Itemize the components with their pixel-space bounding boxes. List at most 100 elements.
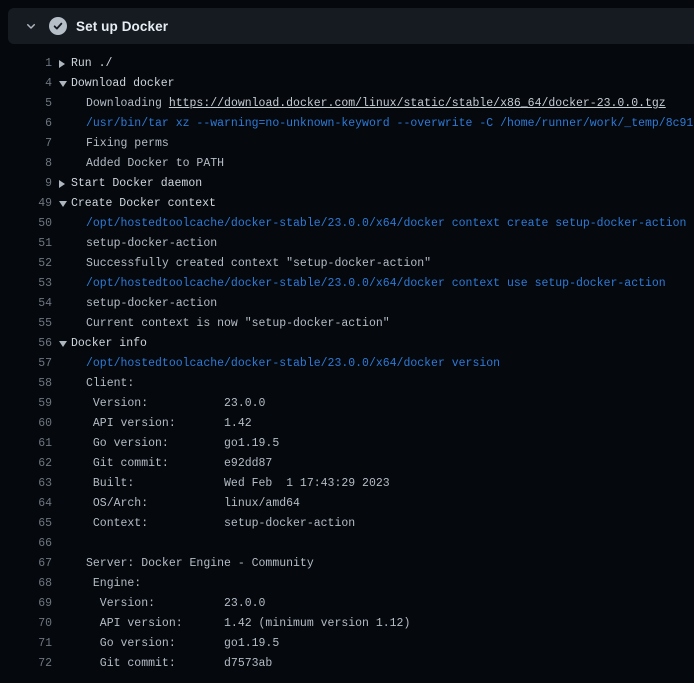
log-line: 57/opt/hostedtoolcache/docker-stable/23.… — [0, 354, 694, 374]
line-number[interactable]: 52 — [0, 254, 52, 274]
log-line: 1 Run ./ — [0, 54, 694, 74]
log-text: Fixing perms — [86, 134, 169, 154]
log-text: setup-docker-action — [86, 234, 217, 254]
log-group-title: Start Docker daemon — [71, 174, 202, 194]
line-number[interactable]: 70 — [0, 614, 52, 634]
line-number[interactable]: 5 — [0, 94, 52, 114]
log-command-text: /opt/hostedtoolcache/docker-stable/23.0.… — [86, 274, 666, 294]
log-line: 5 Downloading https://download.docker.com… — [0, 94, 694, 114]
line-number[interactable]: 61 — [0, 434, 52, 454]
line-number[interactable]: 53 — [0, 274, 52, 294]
triangle-down-icon — [59, 341, 71, 347]
log-text: Go version: go1.19.5 — [86, 434, 279, 454]
log-text: Added Docker to PATH — [86, 154, 224, 174]
line-number[interactable]: 62 — [0, 454, 52, 474]
line-number[interactable]: 50 — [0, 214, 52, 234]
line-number[interactable]: 7 — [0, 134, 52, 154]
log-line: 59 Version: 23.0.0 — [0, 394, 694, 414]
log-group-toggle[interactable]: Run ./ — [59, 54, 112, 74]
log-group-toggle[interactable]: Create Docker context — [59, 194, 216, 214]
log-command-text: /usr/bin/tar xz --warning=no-unknown-key… — [86, 114, 693, 134]
log-text: API version: 1.42 (minimum version 1.12) — [86, 614, 410, 634]
line-number[interactable]: 71 — [0, 634, 52, 654]
line-number[interactable]: 64 — [0, 494, 52, 514]
log-line: 66 — [0, 534, 694, 554]
log-line: 67 Server: Docker Engine - Community — [0, 554, 694, 574]
line-number[interactable]: 1 — [0, 54, 52, 74]
log-line: 54 setup-docker-action — [0, 294, 694, 314]
step-header-setup-docker[interactable]: Set up Docker — [8, 8, 694, 44]
log-command-text: /opt/hostedtoolcache/docker-stable/23.0.… — [86, 354, 500, 374]
log-text: Server: Docker Engine - Community — [86, 554, 314, 574]
log-line: 62 Git commit: e92dd87 — [0, 454, 694, 474]
log-text: Downloading https://download.docker.com/… — [86, 94, 666, 114]
log-line: 70 API version: 1.42 (minimum version 1.… — [0, 614, 694, 634]
log-line: 58Client: — [0, 374, 694, 394]
log-line: 50/opt/hostedtoolcache/docker-stable/23.… — [0, 214, 694, 234]
log-text: OS/Arch: linux/amd64 — [86, 494, 300, 514]
line-number[interactable]: 60 — [0, 414, 52, 434]
log-group-title: Create Docker context — [71, 194, 216, 214]
line-number[interactable]: 49 — [0, 194, 52, 214]
line-number[interactable]: 54 — [0, 294, 52, 314]
log-line: 7 Fixing perms — [0, 134, 694, 154]
log-group-title: Run ./ — [71, 54, 112, 74]
log-area: 1 Run ./ 4 Download docker 5 Downloading http… — [0, 44, 694, 683]
log-line: 51 setup-docker-action — [0, 234, 694, 254]
log-line: 69 Version: 23.0.0 — [0, 594, 694, 614]
log-text: Built: Wed Feb 1 17:43:29 2023 — [86, 474, 390, 494]
triangle-right-icon — [59, 60, 71, 68]
check-circle-icon — [49, 17, 67, 35]
chevron-down-icon[interactable] — [18, 13, 44, 39]
log-text: Context: setup-docker-action — [86, 514, 355, 534]
triangle-right-icon — [59, 180, 71, 188]
log-line: 8 Added Docker to PATH — [0, 154, 694, 174]
log-text: API version: 1.42 — [86, 414, 252, 434]
log-line: 4 Download docker — [0, 74, 694, 94]
log-line: 53/opt/hostedtoolcache/docker-stable/23.… — [0, 274, 694, 294]
log-group-toggle[interactable]: Start Docker daemon — [59, 174, 202, 194]
log-command-text: /opt/hostedtoolcache/docker-stable/23.0.… — [86, 214, 686, 234]
log-line: 55 Current context is now "setup-docker-a… — [0, 314, 694, 334]
log-group-toggle[interactable]: Download docker — [59, 74, 175, 94]
log-text-prefix: Downloading — [86, 97, 169, 110]
line-number[interactable]: 59 — [0, 394, 52, 414]
log-text: Git commit: e92dd87 — [86, 454, 272, 474]
log-url-link[interactable]: https://download.docker.com/linux/static… — [169, 97, 666, 110]
line-number[interactable]: 56 — [0, 334, 52, 354]
line-number[interactable]: 55 — [0, 314, 52, 334]
log-group-toggle[interactable]: Docker info — [59, 334, 147, 354]
log-line: 71 Go version: go1.19.5 — [0, 634, 694, 654]
log-text: Git commit: d7573ab — [86, 654, 272, 674]
line-number[interactable]: 8 — [0, 154, 52, 174]
triangle-down-icon — [59, 201, 71, 207]
line-number[interactable]: 67 — [0, 554, 52, 574]
log-text: Current context is now "setup-docker-act… — [86, 314, 390, 334]
line-number[interactable]: 58 — [0, 374, 52, 394]
log-line: 65 Context: setup-docker-action — [0, 514, 694, 534]
log-line: 68 Engine: — [0, 574, 694, 594]
log-text: Go version: go1.19.5 — [86, 634, 279, 654]
line-number[interactable]: 4 — [0, 74, 52, 94]
log-text: Version: 23.0.0 — [86, 394, 265, 414]
line-number[interactable]: 63 — [0, 474, 52, 494]
line-number[interactable]: 51 — [0, 234, 52, 254]
log-line: 56 Docker info — [0, 334, 694, 354]
line-number[interactable]: 68 — [0, 574, 52, 594]
triangle-down-icon — [59, 81, 71, 87]
log-text: Engine: — [86, 574, 141, 594]
line-number[interactable]: 66 — [0, 534, 52, 554]
line-number[interactable]: 72 — [0, 654, 52, 674]
log-line: 72 Git commit: d7573ab — [0, 654, 694, 674]
step-title: Set up Docker — [76, 19, 168, 34]
line-number[interactable]: 57 — [0, 354, 52, 374]
line-number[interactable]: 6 — [0, 114, 52, 134]
log-line: 52 Successfully created context "setup-do… — [0, 254, 694, 274]
line-number[interactable]: 9 — [0, 174, 52, 194]
log-text: Successfully created context "setup-dock… — [86, 254, 431, 274]
log-text: setup-docker-action — [86, 294, 217, 314]
line-number[interactable]: 69 — [0, 594, 52, 614]
line-number[interactable]: 65 — [0, 514, 52, 534]
log-line: 9 Start Docker daemon — [0, 174, 694, 194]
log-group-title: Docker info — [71, 334, 147, 354]
